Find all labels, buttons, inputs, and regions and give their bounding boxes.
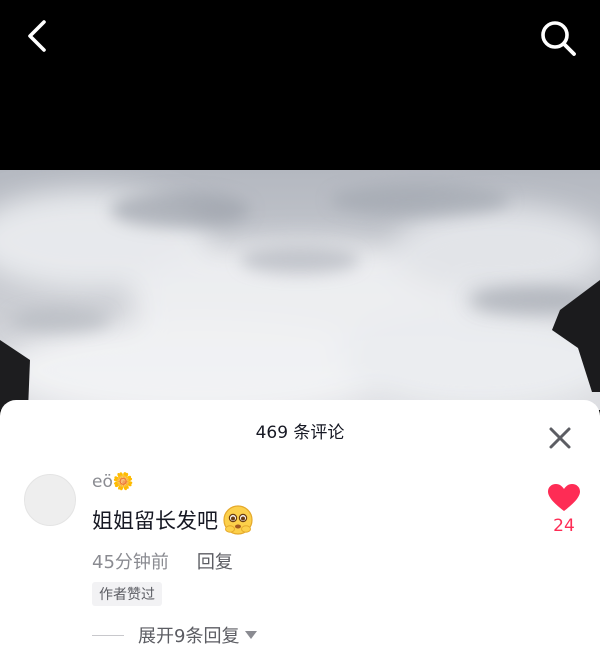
avatar[interactable] [24,474,76,526]
expand-replies-button[interactable]: 展开9条回复 [92,622,258,648]
video-player[interactable] [0,170,600,410]
comment-username[interactable]: eö🌼 [92,472,134,498]
cloudy-sky-video [0,170,600,410]
top-bar [0,0,600,170]
divider-line [92,634,124,636]
back-button[interactable] [18,16,58,56]
close-button[interactable] [546,424,574,452]
like-button[interactable]: 24 [546,484,582,536]
heart-icon [548,484,580,511]
comment-body: 姐姐留长发吧 [92,504,254,536]
caret-down-icon [245,631,258,639]
expand-replies-label: 展开9条回复 [138,626,240,647]
comment-panel: 469 条评论 eö🌼 姐姐留长发吧 45分钟前 回复 作者赞过 展开9条回复 … [0,400,600,664]
close-icon [549,427,571,449]
pleading-face-emoji [223,505,253,535]
chevron-left-icon [28,20,46,52]
comment-text: 姐姐留长发吧 [92,509,218,533]
comment-time: 45分钟前 [92,552,169,573]
search-button[interactable] [536,16,580,60]
reply-button[interactable]: 回复 [197,548,233,574]
screen: 469 条评论 eö🌼 姐姐留长发吧 45分钟前 回复 作者赞过 展开9条回复 … [0,0,600,664]
search-icon [541,21,576,56]
comment-count-title: 469 条评论 [255,423,345,443]
like-count: 24 [553,516,575,536]
author-liked-badge: 作者赞过 [92,582,162,606]
comment-username-text: eö🌼 [92,472,135,492]
comment-meta: 45分钟前 回复 [92,548,233,574]
